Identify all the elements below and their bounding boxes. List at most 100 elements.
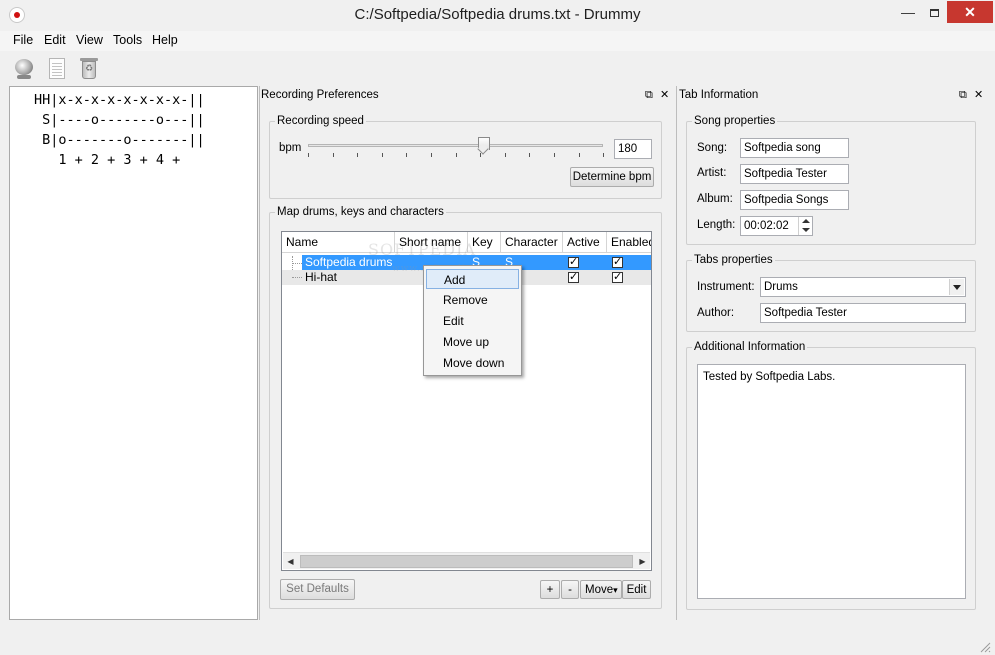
artist-input[interactable]: Softpedia Tester [740,164,849,184]
additional-information-textarea[interactable]: Tested by Softpedia Labs. [697,364,966,599]
record-webcam-icon[interactable] [13,57,35,81]
set-defaults-button[interactable]: Set Defaults [280,579,355,600]
author-input[interactable]: Softpedia Tester [760,303,966,323]
tab-editor[interactable]: HH|x-x-x-x-x-x-x-x-|| S|----o-------o---… [9,86,258,620]
spin-down-icon[interactable] [802,228,810,232]
dropdown-arrow-icon: ▾ [613,586,618,596]
slider-tick [480,153,482,157]
bpm-label: bpm [279,142,302,154]
splitter-right[interactable] [676,86,677,620]
slider-tick [381,153,383,157]
tab-line-snare: S|----o-------o---|| [34,112,205,128]
menu-file[interactable]: File [13,33,33,47]
chevron-down-icon [953,285,961,290]
menu-tools[interactable]: Tools [113,33,142,47]
menu-bar: File Edit View Tools Help [0,31,995,51]
bpm-input[interactable]: 180 [614,139,652,159]
move-label: Move [585,584,614,596]
context-menu-move-down[interactable]: Move down [426,353,519,373]
tabs-properties-title: Tabs properties [692,253,775,267]
close-button[interactable]: ✕ [947,1,993,23]
context-menu-move-up[interactable]: Move up [426,332,519,352]
active-checkbox[interactable] [568,255,579,268]
slider-tick [603,153,605,157]
edit-button[interactable]: Edit [622,580,651,599]
tab-line-bass: B|o-------o-------|| [34,132,205,148]
recording-speed-group [269,121,662,199]
splitter-left[interactable] [259,86,260,620]
slider-tick [455,153,457,157]
length-time-input[interactable]: 00:02:02 [740,216,813,236]
float-dock-button[interactable]: ⧉ [645,86,653,104]
resize-grip-icon[interactable] [979,641,991,653]
recycle-bin-icon[interactable] [78,57,100,81]
slider-tick [357,153,359,157]
close-dock-button[interactable]: ✕ [660,86,669,104]
album-label: Album: [697,193,733,205]
add-row-button[interactable]: + [540,580,560,599]
menu-help[interactable]: Help [152,33,178,47]
horizontal-scrollbar[interactable]: ◀ ▶ [283,552,650,569]
active-checkbox[interactable] [568,270,579,283]
length-value: 00:02:02 [744,220,789,232]
recording-preferences-title: Recording Preferences [261,89,379,101]
title-bar[interactable]: C:/Softpedia/Softpedia drums.txt - Drumm… [0,0,995,31]
select-arrow-box[interactable] [949,279,964,295]
length-label: Length: [697,219,736,231]
song-properties-title: Song properties [692,114,778,128]
artist-label: Artist: [697,167,727,179]
additional-information-title: Additional Information [692,340,808,354]
author-label: Author: [697,307,735,319]
map-drums-title: Map drums, keys and characters [275,205,446,219]
move-dropdown-button[interactable]: Move▾ [580,580,622,599]
context-menu: Add Remove Edit Move up Move down [423,265,522,376]
context-menu-remove[interactable]: Remove [426,290,519,310]
instrument-value: Drums [764,281,798,293]
album-input[interactable]: Softpedia Songs [740,190,849,210]
enabled-checkbox[interactable] [612,255,623,268]
cell-name: Hi-hat [305,270,338,284]
tab-line-counts: 1 + 2 + 3 + 4 + [34,152,181,168]
enabled-checkbox[interactable] [612,270,623,283]
column-header-character[interactable]: Character [501,232,563,253]
toolbar [0,51,995,84]
spin-up-icon[interactable] [802,219,810,223]
tree-branch [292,277,302,278]
slider-tick [504,153,506,157]
tab-line-hihat: HH|x-x-x-x-x-x-x-x-|| [34,92,205,108]
column-header-enabled[interactable]: Enabled [607,232,651,253]
close-dock-button[interactable]: ✕ [974,86,983,104]
minimize-button[interactable]: — [895,1,921,23]
slider-tick [554,153,555,157]
float-dock-button[interactable]: ⧉ [959,86,967,104]
slider-tick [431,153,432,157]
instrument-label: Instrument: [697,281,755,293]
slider-tick [578,153,580,157]
tree-branch [292,263,302,264]
scroll-right-arrow-icon[interactable]: ▶ [635,554,650,569]
slider-tick [529,153,531,157]
window-title: C:/Softpedia/Softpedia drums.txt - Drumm… [354,6,641,23]
context-menu-edit[interactable]: Edit [426,311,519,331]
tab-information-title: Tab Information [679,89,759,101]
slider-tick [332,153,334,157]
context-menu-add[interactable]: Add [426,269,519,289]
song-input[interactable]: Softpedia song [740,138,849,158]
remove-row-button[interactable]: - [561,580,579,599]
instrument-select[interactable]: Drums [760,277,966,297]
column-header-active[interactable]: Active [563,232,607,253]
time-spin-buttons[interactable] [798,217,812,235]
softpedia-watermark: SOFTPEDIA [368,240,476,259]
scrollbar-thumb[interactable] [300,555,633,568]
menu-view[interactable]: View [76,33,103,47]
slider-tick [406,153,408,157]
bpm-slider-track[interactable] [308,144,603,147]
maximize-button[interactable] [921,1,947,23]
slider-tick [308,153,309,157]
document-icon[interactable] [46,57,68,81]
maximize-icon [929,9,939,18]
determine-bpm-button[interactable]: Determine bpm [570,167,654,187]
scroll-left-arrow-icon[interactable]: ◀ [283,554,298,569]
menu-edit[interactable]: Edit [44,33,66,47]
recording-speed-title: Recording speed [275,114,366,128]
